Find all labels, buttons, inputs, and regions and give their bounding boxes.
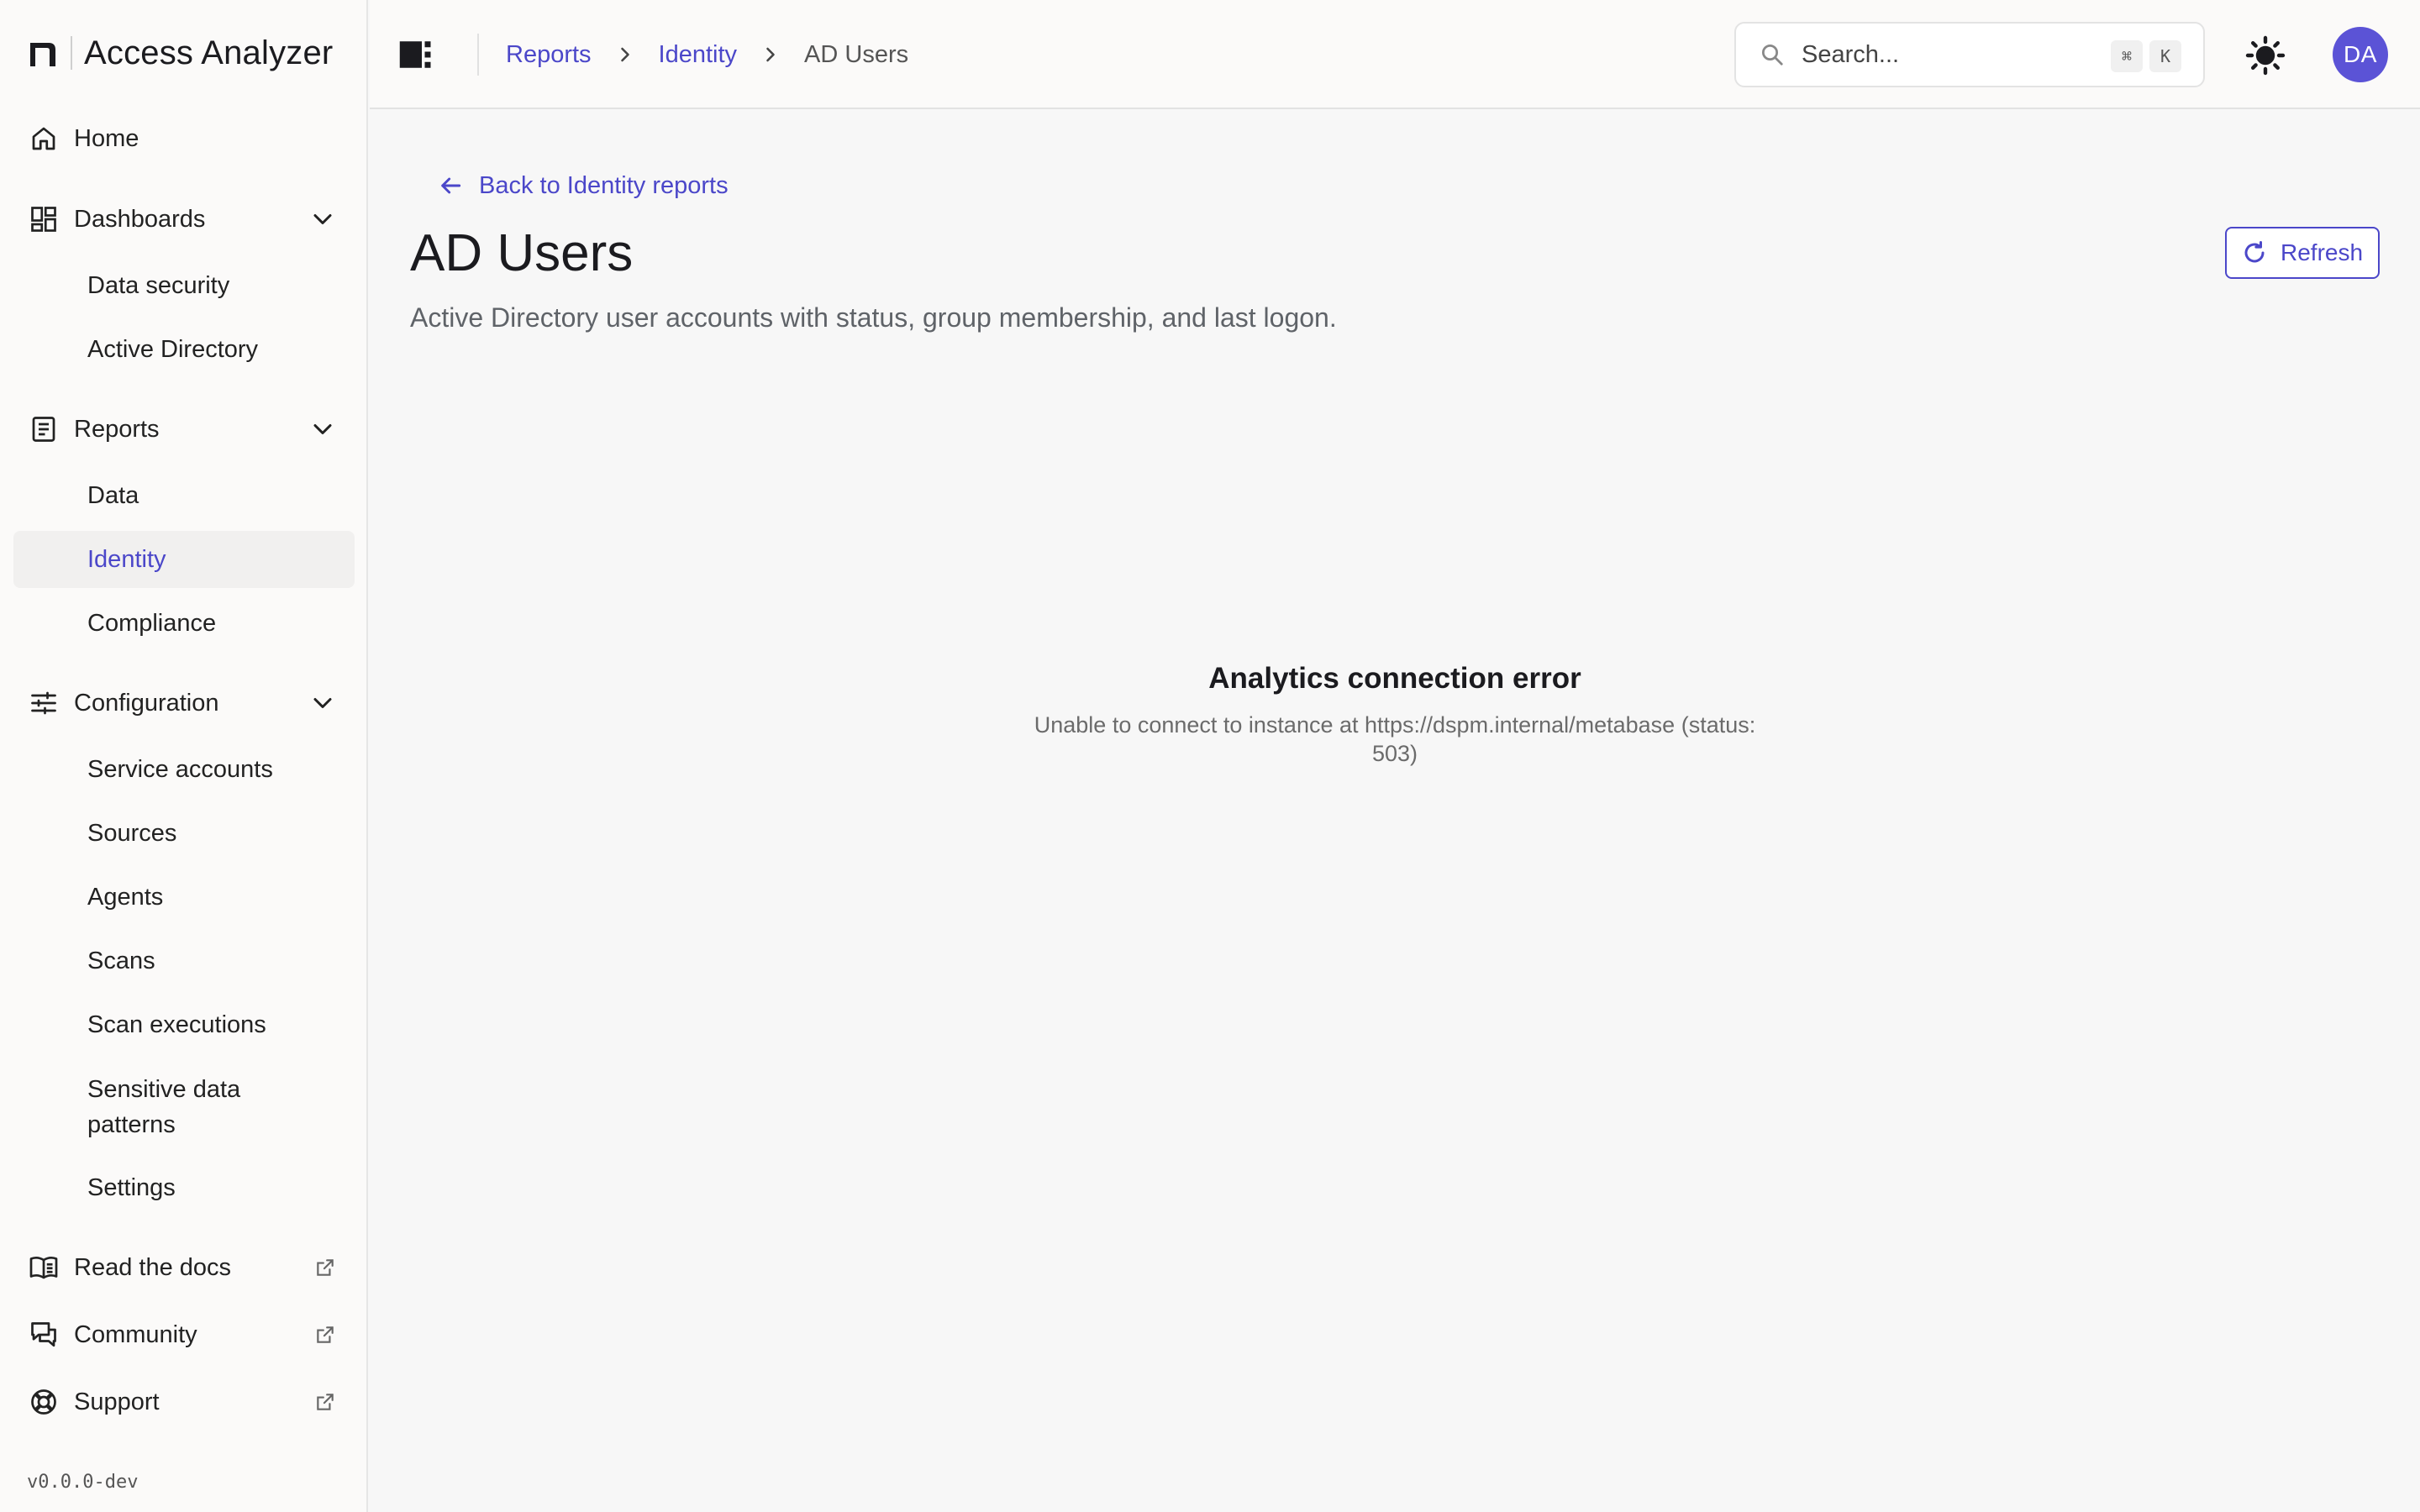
report-document-icon	[29, 414, 59, 444]
nav-reports-compliance[interactable]: Compliance	[13, 595, 355, 652]
nav-reports-identity[interactable]: Identity	[13, 531, 355, 588]
nav-read-the-docs[interactable]: Read the docs	[13, 1238, 355, 1297]
error-message: Unable to connect to instance at https:/…	[1034, 712, 1756, 766]
breadcrumb-reports[interactable]: Reports	[506, 41, 592, 69]
nav-support[interactable]: Support	[13, 1373, 355, 1431]
breadcrumb-identity[interactable]: Identity	[659, 41, 738, 69]
nav-item-label: Identity	[87, 545, 166, 573]
nav-item-label: Agents	[87, 883, 164, 911]
search-placeholder: Search...	[1802, 40, 1900, 68]
nav-item-label: Data	[87, 481, 139, 509]
nav-config-sensitive-data-patterns[interactable]: Sensitive data patterns	[13, 1067, 355, 1147]
top-header: Reports Identity AD Users Search... ⌘ K …	[370, 0, 2420, 109]
nav-community-label: Community	[74, 1320, 197, 1348]
search-input[interactable]: Search... ⌘ K	[1734, 22, 2205, 87]
nav-reports-label: Reports	[74, 415, 160, 443]
nav-config-scans[interactable]: Scans	[13, 932, 355, 990]
nav-config-scan-executions[interactable]: Scan executions	[13, 996, 355, 1053]
chevron-down-icon[interactable]	[308, 204, 338, 234]
chevron-down-icon[interactable]	[308, 414, 338, 444]
user-avatar[interactable]: DA	[2333, 27, 2388, 82]
error-title: Analytics connection error	[1208, 662, 1581, 695]
nav-config-service-accounts[interactable]: Service accounts	[13, 741, 355, 798]
chevron-right-icon	[620, 47, 629, 62]
nav-dashboards[interactable]: Dashboards	[13, 190, 355, 249]
app-name: Access Analyzer	[84, 34, 334, 71]
sliders-icon	[29, 688, 59, 718]
nav-community[interactable]: Community	[13, 1305, 355, 1364]
nav-item-label: Scan executions	[87, 1011, 266, 1038]
home-icon	[29, 123, 59, 154]
chevron-right-icon	[766, 47, 775, 62]
brand-logo-icon	[30, 43, 55, 66]
search-icon	[1762, 45, 1783, 66]
shortcut-key-k: K	[2149, 40, 2181, 72]
nav-item-label: Scans	[87, 947, 155, 974]
external-link-icon	[317, 1326, 334, 1343]
page-title: AD Users	[410, 224, 634, 282]
sidebar: Access Analyzer Home Dashboards Data sec…	[0, 0, 368, 1512]
refresh-icon	[2244, 241, 2265, 263]
nav-dashboards-label: Dashboards	[74, 205, 206, 233]
nav-item-label: Active Directory	[87, 335, 259, 363]
chat-bubbles-icon	[29, 1320, 59, 1350]
back-to-identity-reports-link[interactable]: Back to Identity reports	[437, 168, 729, 203]
breadcrumb: Reports Identity AD Users	[506, 34, 908, 76]
nav-home-label: Home	[74, 124, 139, 152]
nav-reports-data[interactable]: Data	[13, 467, 355, 524]
brand-divider	[71, 36, 72, 70]
chevron-down-icon[interactable]	[308, 688, 338, 718]
nav-item-label: Settings	[87, 1173, 176, 1201]
shortcut-key-cmd: ⌘	[2111, 40, 2143, 72]
nav-home[interactable]: Home	[13, 109, 355, 168]
refresh-button[interactable]: Refresh	[2225, 227, 2380, 279]
nav-item-label: Compliance	[87, 609, 217, 637]
nav-config-settings[interactable]: Settings	[13, 1159, 355, 1216]
breadcrumb-current-page: AD Users	[804, 40, 909, 68]
nav-item-label: Sources	[87, 819, 177, 847]
nav-read-the-docs-label: Read the docs	[74, 1253, 232, 1281]
nav-config-sources[interactable]: Sources	[13, 805, 355, 862]
nav-configuration[interactable]: Configuration	[13, 674, 355, 732]
header-divider	[477, 34, 479, 76]
nav-item-label: Sensitive data patterns	[87, 1076, 241, 1138]
nav-config-agents[interactable]: Agents	[13, 869, 355, 926]
nav-item-label: Data security	[87, 271, 230, 299]
nav-reports[interactable]: Reports	[13, 400, 355, 459]
arrow-left-icon	[441, 177, 461, 194]
refresh-button-label: Refresh	[2281, 239, 2364, 265]
brand[interactable]: Access Analyzer	[27, 30, 333, 76]
app-version: v0.0.0-dev	[27, 1472, 139, 1493]
nav-dashboards-data-security[interactable]: Data security	[13, 257, 355, 314]
nav-configuration-label: Configuration	[74, 689, 219, 717]
sun-theme-icon[interactable]	[2245, 35, 2286, 76]
sidebar-toggle-icon[interactable]	[398, 37, 434, 72]
nav-item-label: Service accounts	[87, 755, 273, 783]
book-icon	[29, 1252, 59, 1283]
page-subtitle: Active Directory user accounts with stat…	[410, 302, 1337, 333]
nav-dashboards-active-directory[interactable]: Active Directory	[13, 321, 355, 378]
back-link-label: Back to Identity reports	[479, 171, 729, 199]
dashboard-grid-icon	[29, 204, 59, 234]
external-link-icon	[317, 1259, 334, 1276]
external-link-icon	[317, 1394, 334, 1410]
nav-support-label: Support	[74, 1388, 160, 1415]
lifebuoy-icon	[29, 1387, 59, 1417]
